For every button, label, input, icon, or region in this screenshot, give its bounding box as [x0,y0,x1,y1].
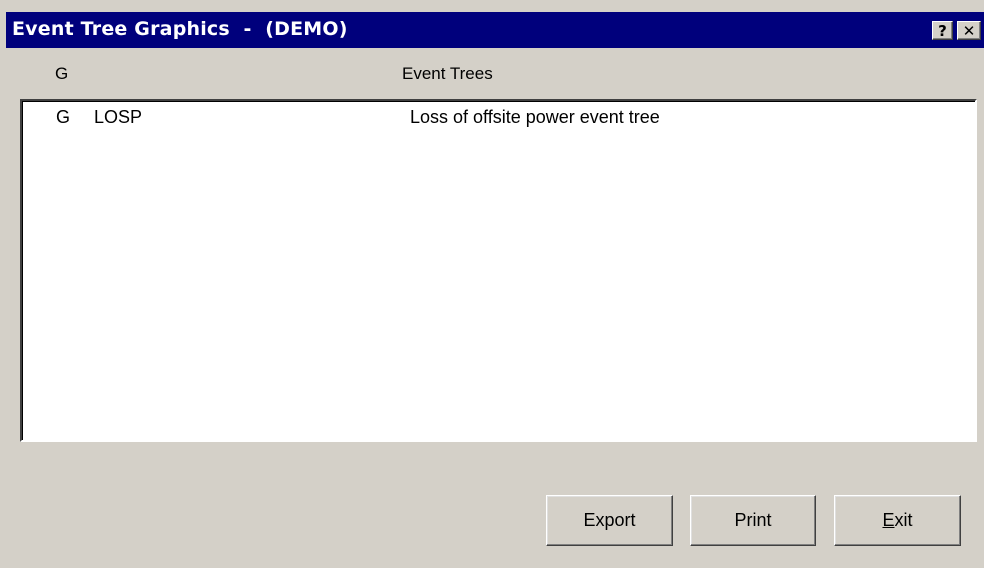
exit-button[interactable]: Exit [834,495,961,546]
export-button[interactable]: Export [546,495,673,546]
event-tree-list[interactable]: G LOSP Loss of offsite power event tree [20,99,977,442]
window-title: Event Tree Graphics - (DEMO) [12,18,348,40]
list-item-name: LOSP [94,107,143,127]
close-icon: ✕ [962,22,976,40]
title-bar[interactable]: Event Tree Graphics - (DEMO) ? ✕ [6,12,984,48]
print-button[interactable]: Print [690,495,816,546]
question-mark-icon: ? [938,22,947,40]
close-button[interactable]: ✕ [957,21,981,40]
event-tree-graphics-window: Event Tree Graphics - (DEMO) ? ✕ G Event… [0,0,984,568]
exit-label-rest: xit [894,510,913,530]
column-header-event-trees[interactable]: Event Trees [402,64,493,84]
exit-mnemonic: E [882,510,895,530]
column-header-g[interactable]: G [55,64,68,84]
list-item-description: Loss of offsite power event tree [410,107,660,127]
list-item[interactable]: G LOSP Loss of offsite power event tree [22,107,975,131]
list-item-g-flag: G [56,107,71,127]
help-button[interactable]: ? [932,21,953,40]
